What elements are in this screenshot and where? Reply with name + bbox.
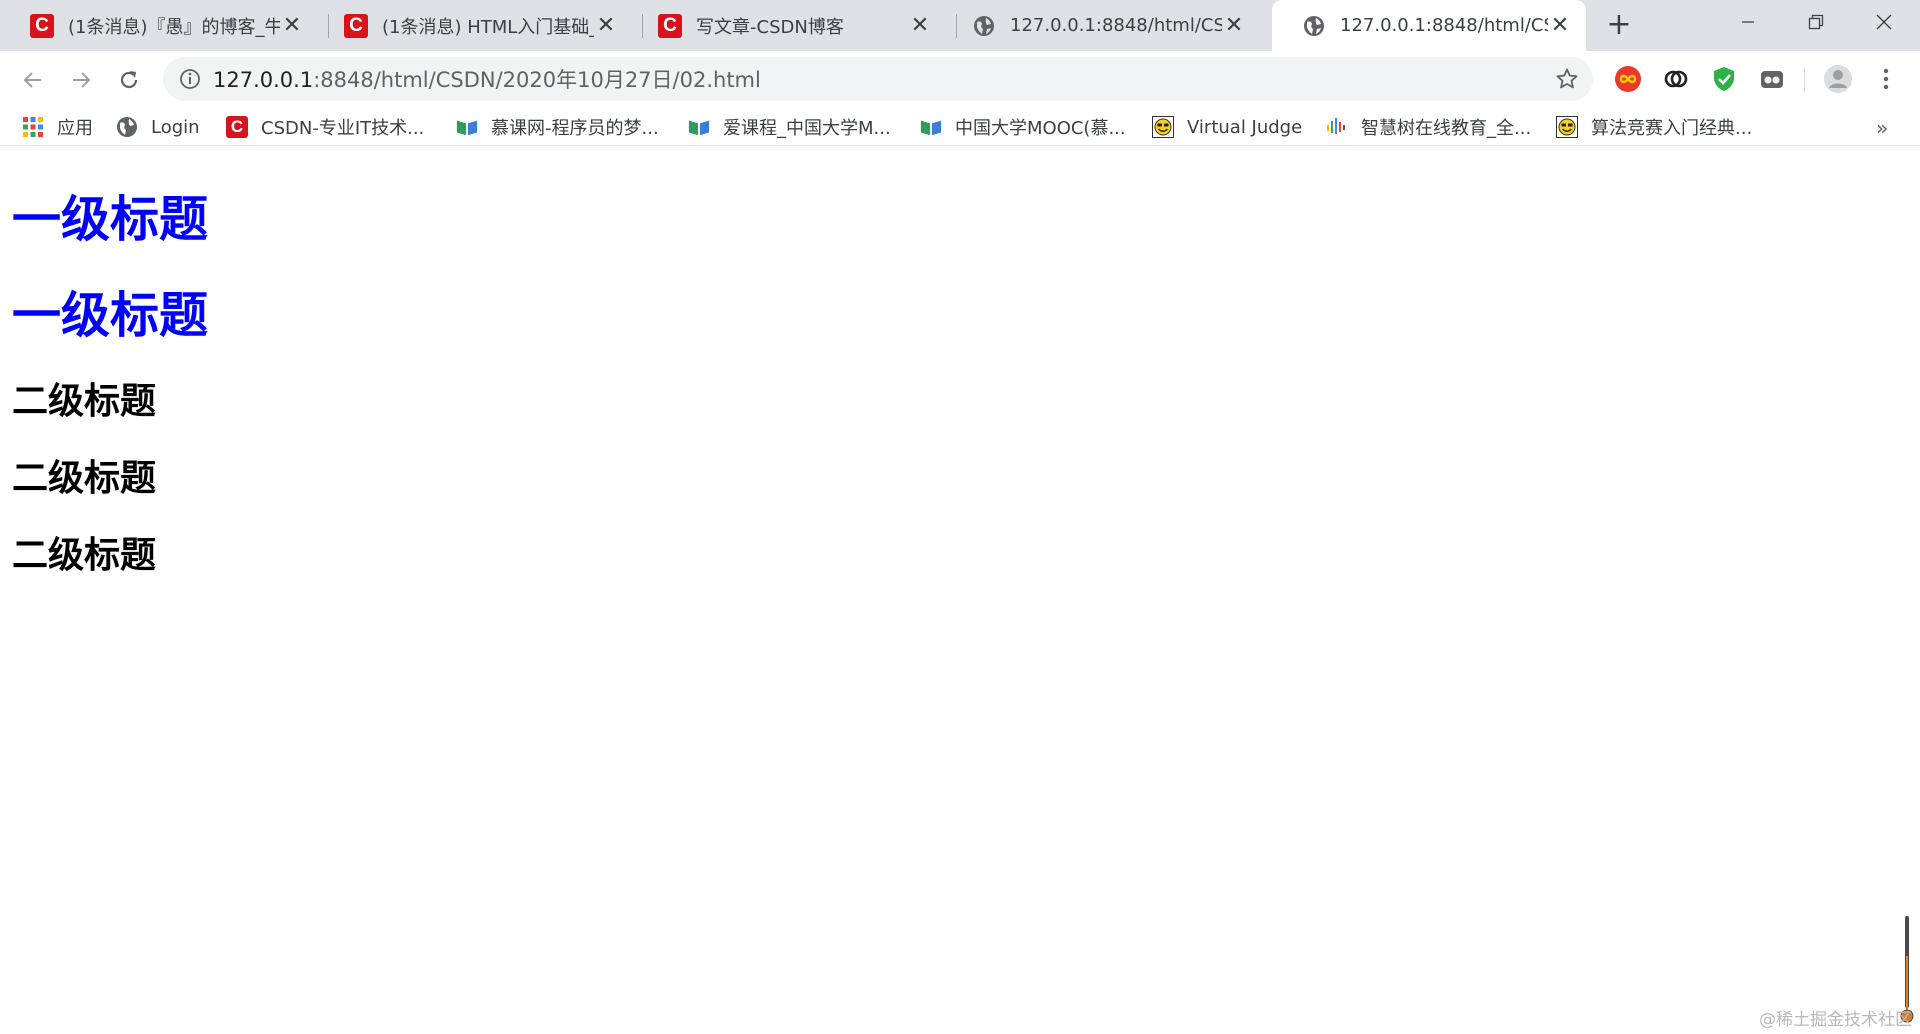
close-icon	[1876, 14, 1892, 30]
close-icon[interactable]: ✕	[1548, 13, 1572, 38]
book-icon	[456, 116, 478, 138]
smiley-icon	[1556, 116, 1578, 138]
bookmark-login[interactable]: Login	[116, 114, 200, 140]
bookmark-imooc[interactable]: 慕课网-程序员的梦...	[456, 114, 659, 140]
url-host: 127.0.0.1	[213, 68, 314, 92]
menu-kebab-icon[interactable]	[1870, 63, 1902, 95]
globe-icon	[1302, 14, 1326, 38]
bookmark-label: Login	[151, 116, 200, 138]
close-icon[interactable]: ✕	[908, 13, 932, 38]
extension-shield-icon[interactable]	[1708, 63, 1740, 95]
url-path: :8848/html/CSDN/2020年10月27日/02.html	[313, 68, 761, 92]
book-icon	[920, 116, 942, 138]
csdn-icon: C	[344, 13, 368, 38]
address-bar[interactable]: 127.0.0.1:8848/html/CSDN/2020年10月27日/02.…	[163, 57, 1593, 101]
tab-title: 127.0.0.1:8848/html/CSDN	[1010, 15, 1222, 36]
browser-toolbar: 127.0.0.1:8848/html/CSDN/2020年10月27日/02.…	[0, 51, 1920, 108]
bookmark-icourse[interactable]: 爱课程_中国大学M...	[688, 114, 891, 140]
bookmark-label: 智慧树在线教育_全...	[1361, 118, 1532, 139]
heading-level-1: 一级标题	[12, 191, 209, 248]
globe-icon	[972, 14, 996, 38]
bookmark-label: 应用	[57, 118, 93, 139]
close-icon[interactable]: ✕	[1222, 13, 1246, 38]
book-icon	[688, 116, 710, 138]
info-icon[interactable]	[179, 68, 201, 90]
tab-3[interactable]: C 写文章-CSDN博客 ✕	[628, 0, 946, 51]
new-tab-button[interactable]: +	[1604, 10, 1634, 41]
extension-link-icon[interactable]	[1660, 63, 1692, 95]
tab-title: 写文章-CSDN博客	[696, 16, 844, 38]
heading-level-2: 二级标题	[12, 381, 157, 422]
forward-button[interactable]	[64, 63, 98, 97]
csdn-icon: C	[30, 13, 54, 38]
toolbar-separator	[1804, 69, 1805, 91]
smiley-icon	[1152, 116, 1174, 138]
watermark: @稀土掘金技术社区	[1759, 1010, 1912, 1030]
bookmark-label: Virtual Judge	[1187, 116, 1303, 138]
apps-grid-icon	[22, 116, 44, 138]
restore-button[interactable]	[1782, 0, 1850, 44]
bookmark-label: 爱课程_中国大学M...	[723, 118, 891, 139]
globe-icon	[116, 116, 138, 138]
bookmark-label: 算法竞赛入门经典...	[1591, 118, 1753, 139]
extension-infinity-icon[interactable]	[1612, 63, 1644, 95]
bookmark-label: CSDN-专业IT技术...	[261, 118, 425, 139]
tab-title: (1条消息) HTML入门基础_	[382, 16, 594, 38]
tab-4[interactable]: 127.0.0.1:8848/html/CSDN ✕	[942, 0, 1260, 51]
minimize-button[interactable]	[1714, 0, 1782, 44]
arrow-right-icon	[73, 72, 91, 88]
tab-2[interactable]: C (1条消息) HTML入门基础_ ✕	[314, 0, 632, 51]
restore-icon	[1808, 14, 1824, 30]
bookmark-zhihuishu[interactable]: 智慧树在线教育_全...	[1326, 114, 1531, 140]
reload-icon	[120, 71, 138, 89]
bookmarks-bar: 应用 Login C CSDN-专业IT技术... 慕课网-程序员的梦... 爱…	[0, 108, 1920, 146]
bookmark-label: 中国大学MOOC(慕...	[955, 118, 1126, 139]
bookmark-star-icon[interactable]	[1555, 67, 1579, 91]
tab-title: 127.0.0.1:8848/html/CSDN	[1340, 15, 1548, 36]
sound-bars-icon	[1326, 116, 1348, 138]
url-text[interactable]: 127.0.0.1:8848/html/CSDN/2020年10月27日/02.…	[213, 64, 761, 94]
tab-strip: C (1条消息)『愚』的博客_牛 ✕ C (1条消息) HTML入门基础_ ✕ …	[0, 0, 1920, 51]
profile-avatar-icon[interactable]	[1822, 63, 1854, 95]
page-content: 一级标题 一级标题 二级标题 二级标题 二级标题 @稀土掘金技术社区	[0, 146, 1920, 1034]
back-button[interactable]	[16, 63, 50, 97]
bookmark-label: 慕课网-程序员的梦...	[491, 118, 659, 139]
bookmark-virtual-judge[interactable]: Virtual Judge	[1152, 114, 1302, 140]
reload-button[interactable]	[112, 63, 146, 97]
close-icon[interactable]: ✕	[280, 13, 304, 38]
bookmark-apps[interactable]: 应用	[22, 114, 93, 140]
heading-level-1: 一级标题	[12, 287, 209, 344]
heading-level-2: 二级标题	[12, 458, 157, 499]
close-window-button[interactable]	[1850, 0, 1918, 44]
bookmark-csdn[interactable]: C CSDN-专业IT技术...	[226, 114, 424, 140]
heading-level-2: 二级标题	[12, 535, 157, 576]
tab-1[interactable]: C (1条消息)『愚』的博客_牛 ✕	[0, 0, 318, 51]
csdn-icon: C	[226, 116, 248, 138]
csdn-icon: C	[658, 13, 682, 38]
arrow-left-icon	[23, 72, 41, 88]
close-icon[interactable]: ✕	[594, 13, 618, 38]
tab-5-active[interactable]: 127.0.0.1:8848/html/CSDN ✕	[1272, 0, 1586, 51]
extension-incognito-icon[interactable]	[1756, 63, 1788, 95]
more-bookmarks-chevron-icon[interactable]: »	[1876, 116, 1888, 140]
minimize-icon	[1742, 21, 1754, 23]
tab-title: (1条消息)『愚』的博客_牛	[68, 16, 280, 38]
bookmark-algorithm[interactable]: 算法竞赛入门经典...	[1556, 114, 1752, 140]
bookmark-mooc[interactable]: 中国大学MOOC(慕...	[920, 114, 1126, 140]
